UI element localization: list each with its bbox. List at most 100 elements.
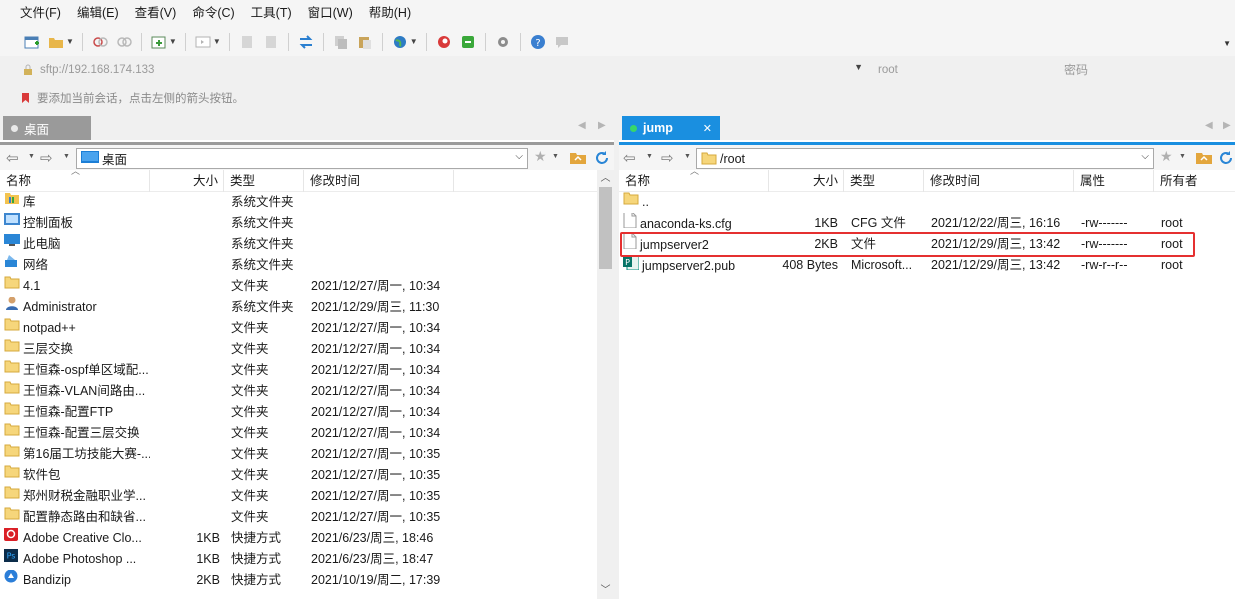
forward-icon[interactable]: ⇨ bbox=[40, 149, 53, 167]
file-modified-cell bbox=[311, 213, 454, 234]
col-size[interactable]: 大小 bbox=[769, 170, 844, 192]
scroll-up-icon[interactable]: ︿ bbox=[597, 170, 614, 187]
back-dropdown-icon[interactable]: ▼ bbox=[28, 153, 35, 160]
tab-prev-icon[interactable]: ◀ bbox=[1205, 120, 1213, 131]
favorite-dropdown-icon[interactable]: ▼ bbox=[1179, 153, 1186, 160]
col-modified[interactable]: 修改时间 bbox=[304, 170, 454, 192]
close-tab-icon[interactable]: ✕ bbox=[703, 122, 712, 135]
forward-dropdown-icon[interactable]: ▼ bbox=[63, 153, 70, 160]
back-dropdown-icon[interactable]: ▼ bbox=[646, 153, 653, 160]
open-dropdown-icon[interactable]: ▼ bbox=[66, 37, 74, 46]
table-row[interactable]: Administrator 系统文件夹 2021/12/29/周三, 11:30 bbox=[0, 297, 614, 318]
scroll-thumb[interactable] bbox=[599, 187, 612, 269]
toolbar-overflow-icon[interactable]: ▼ bbox=[1223, 39, 1231, 48]
col-modified[interactable]: 修改时间 bbox=[924, 170, 1074, 192]
help-icon[interactable]: ? bbox=[527, 31, 549, 53]
table-row[interactable]: 王恒森-配置FTP 文件夹 2021/12/27/周一, 10:34 bbox=[0, 402, 614, 423]
paste-icon[interactable] bbox=[354, 31, 376, 53]
tab-desktop[interactable]: 桌面 bbox=[3, 116, 91, 140]
table-row[interactable]: Bandizip 2KB 快捷方式 2021/10/19/周二, 17:39 bbox=[0, 570, 614, 591]
settings-icon[interactable] bbox=[492, 31, 514, 53]
table-row[interactable]: 网络 系统文件夹 bbox=[0, 255, 614, 276]
forward-icon[interactable]: ⇨ bbox=[661, 149, 674, 167]
new-window-dropdown-icon[interactable]: ▼ bbox=[169, 37, 177, 46]
col-type[interactable]: 类型 bbox=[224, 170, 304, 192]
xshell-icon[interactable] bbox=[433, 31, 455, 53]
refresh-icon[interactable] bbox=[1218, 150, 1234, 166]
table-row[interactable]: anaconda-ks.cfg 1KB CFG 文件 2021/12/22/周三, 1… bbox=[619, 213, 1235, 234]
tab-jump[interactable]: jump ✕ bbox=[622, 116, 720, 140]
lock-icon bbox=[24, 64, 32, 75]
bookmark-arrow-icon[interactable] bbox=[20, 92, 32, 104]
file-name-cell: 第16届工坊技能大赛-... bbox=[4, 444, 150, 465]
table-row[interactable]: jumpserver2 2KB 文件 2021/12/29/周三, 13:42 -rw-… bbox=[619, 234, 1235, 255]
table-row[interactable]: 库 系统文件夹 bbox=[0, 192, 614, 213]
menu-file[interactable]: 文件(F) bbox=[12, 0, 69, 27]
favorite-dropdown-icon[interactable]: ▼ bbox=[552, 153, 559, 160]
favorite-icon[interactable]: ★ bbox=[1160, 148, 1173, 165]
table-row[interactable]: 控制面板 系统文件夹 bbox=[0, 213, 614, 234]
table-row[interactable]: 此电脑 系统文件夹 bbox=[0, 234, 614, 255]
favorite-icon[interactable]: ★ bbox=[534, 148, 547, 165]
col-attributes[interactable]: 属性 bbox=[1074, 170, 1154, 192]
home-folder-icon[interactable] bbox=[1196, 150, 1212, 164]
new-session-icon[interactable] bbox=[21, 31, 43, 53]
table-row[interactable]: 第16届工坊技能大赛-... 文件夹 2021/12/27/周一, 10:35 bbox=[0, 444, 614, 465]
scroll-down-icon[interactable]: ﹀ bbox=[597, 582, 614, 599]
terminal-dropdown-icon[interactable]: ▼ bbox=[213, 37, 221, 46]
disconnect-icon[interactable] bbox=[89, 31, 111, 53]
table-row[interactable]: 王恒森-配置三层交换 文件夹 2021/12/27/周一, 10:34 bbox=[0, 423, 614, 444]
table-row[interactable]: 三层交换 文件夹 2021/12/27/周一, 10:34 bbox=[0, 339, 614, 360]
path-dropdown-icon[interactable]: ⌵ bbox=[1141, 151, 1149, 162]
table-row[interactable]: notpad++ 文件夹 2021/12/27/周一, 10:34 bbox=[0, 318, 614, 339]
table-row[interactable]: 配置静态路由和缺省... 文件夹 2021/12/27/周一, 10:35 bbox=[0, 507, 614, 528]
globe-dropdown-icon[interactable]: ▼ bbox=[410, 37, 418, 46]
menu-edit[interactable]: 编辑(E) bbox=[69, 0, 127, 27]
tab-next-icon[interactable]: ▶ bbox=[1223, 120, 1231, 131]
path-dropdown-icon[interactable]: ⌵ bbox=[515, 151, 523, 162]
menu-window[interactable]: 窗口(W) bbox=[300, 0, 361, 27]
table-row[interactable]: 郑州财税金融职业学... 文件夹 2021/12/27/周一, 10:35 bbox=[0, 486, 614, 507]
back-icon[interactable]: ⇦ bbox=[6, 149, 19, 167]
host-dropdown-icon[interactable]: ▼ bbox=[854, 62, 863, 72]
menu-help[interactable]: 帮助(H) bbox=[361, 0, 419, 27]
col-owner[interactable]: 所有者 bbox=[1154, 170, 1235, 192]
table-row[interactable]: 王恒森-VLAN间路由... 文件夹 2021/12/27/周一, 10:34 bbox=[0, 381, 614, 402]
open-folder-icon[interactable] bbox=[45, 31, 67, 53]
menu-view[interactable]: 查看(V) bbox=[127, 0, 185, 27]
col-size[interactable]: 大小 bbox=[150, 170, 224, 192]
table-row[interactable]: .. bbox=[619, 192, 1235, 213]
terminal-icon[interactable] bbox=[192, 31, 214, 53]
chat-icon[interactable] bbox=[551, 31, 573, 53]
menu-command[interactable]: 命令(C) bbox=[184, 0, 242, 27]
user-input[interactable]: root bbox=[872, 59, 1054, 81]
xftp-icon[interactable] bbox=[457, 31, 479, 53]
table-row[interactable]: 软件包 文件夹 2021/12/27/周一, 10:35 bbox=[0, 465, 614, 486]
tab-next-icon[interactable]: ▶ bbox=[598, 120, 606, 131]
copy-file-icon[interactable] bbox=[236, 31, 258, 53]
tab-prev-icon[interactable]: ◀ bbox=[578, 120, 586, 131]
reconnect-icon[interactable] bbox=[113, 31, 135, 53]
copy-icon[interactable] bbox=[330, 31, 352, 53]
table-row[interactable]: Adobe Creative Clo... 1KB 快捷方式 2021/6/23/周三… bbox=[0, 528, 614, 549]
table-row[interactable]: Ps Adobe Photoshop ... 1KB 快捷方式 2021/6/23/周三… bbox=[0, 549, 614, 570]
globe-icon[interactable] bbox=[389, 31, 411, 53]
transfer-icon[interactable] bbox=[295, 31, 317, 53]
password-input[interactable]: 密码 bbox=[1058, 59, 1235, 81]
new-window-icon[interactable] bbox=[148, 31, 170, 53]
paste-file-icon[interactable] bbox=[260, 31, 282, 53]
col-type[interactable]: 类型 bbox=[844, 170, 924, 192]
back-icon[interactable]: ⇦ bbox=[623, 149, 636, 167]
refresh-icon[interactable] bbox=[594, 150, 610, 166]
forward-dropdown-icon[interactable]: ▼ bbox=[684, 153, 691, 160]
table-row[interactable]: Pjumpserver2.pub 408 Bytes Microsoft... 202… bbox=[619, 255, 1235, 276]
path-input[interactable]: /root ⌵ bbox=[696, 148, 1154, 169]
left-scrollbar[interactable]: ︿ ﹀ bbox=[597, 170, 614, 599]
host-input[interactable]: sftp://192.168.174.133 ▼ bbox=[14, 59, 869, 81]
table-row[interactable]: 王恒森-ospf单区域配... 文件夹 2021/12/27/周一, 10:34 bbox=[0, 360, 614, 381]
hint-bar: 要添加当前会话，点击左侧的箭头按钮。 bbox=[0, 84, 1235, 112]
path-input[interactable]: 桌面 ⌵ bbox=[76, 148, 528, 169]
menu-tools[interactable]: 工具(T) bbox=[243, 0, 300, 27]
home-folder-icon[interactable] bbox=[570, 150, 586, 164]
table-row[interactable]: 4.1 文件夹 2021/12/27/周一, 10:34 bbox=[0, 276, 614, 297]
